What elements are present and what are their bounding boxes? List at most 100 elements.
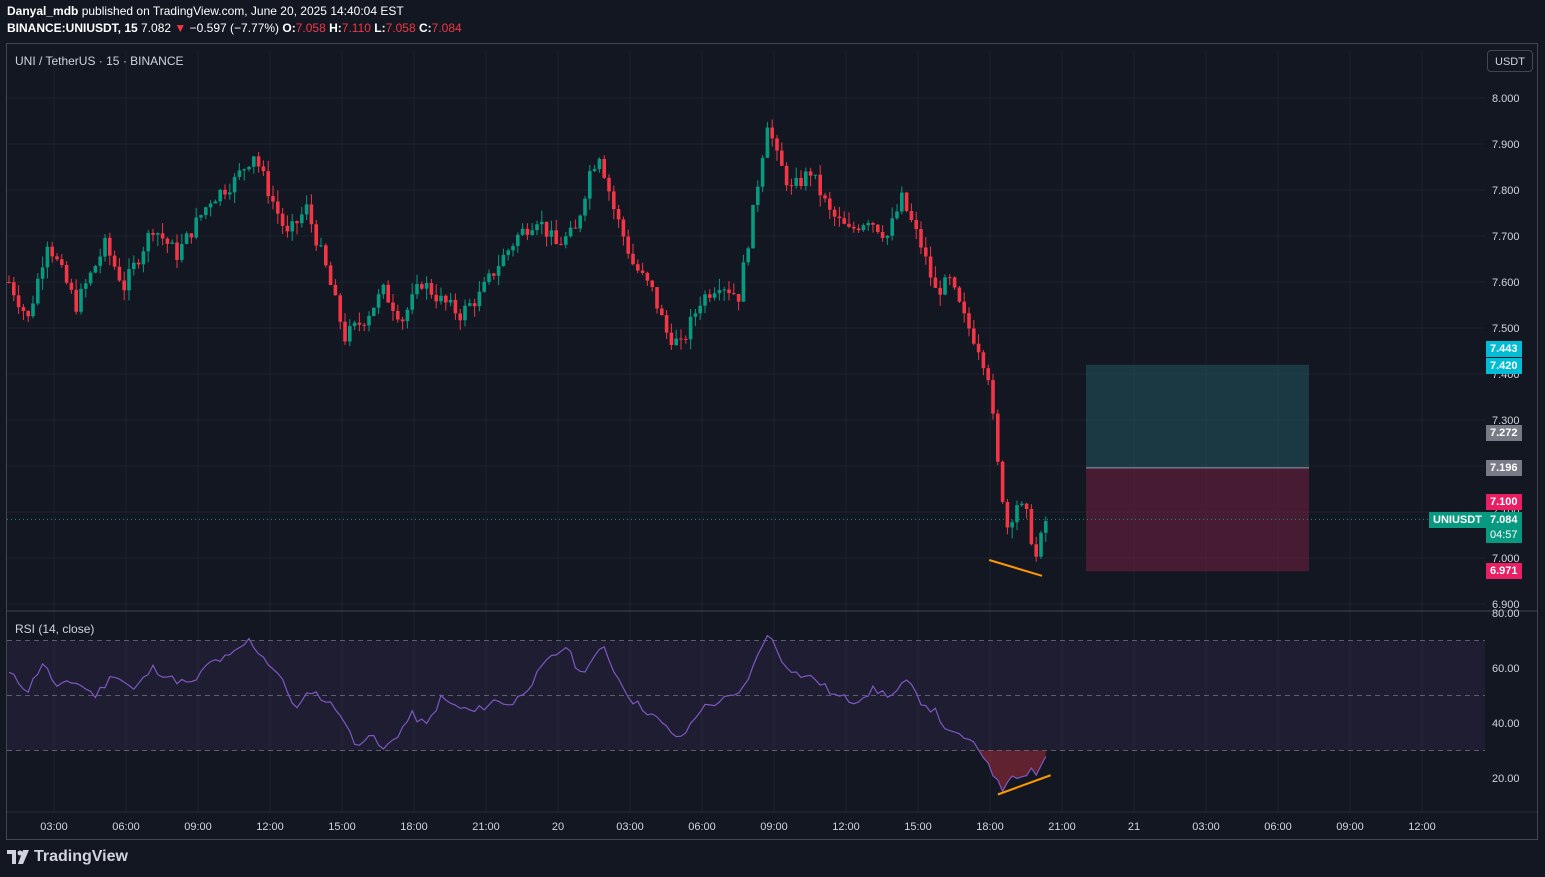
tradingview-logo-icon [7, 850, 29, 864]
price-divergence-line [988, 559, 1043, 577]
candle-body [616, 209, 621, 220]
candle-body [444, 295, 448, 303]
candle-body [808, 171, 813, 176]
candle-body [184, 233, 189, 244]
candle-body [160, 233, 165, 239]
candle-body [146, 232, 150, 252]
candle-body [372, 307, 376, 316]
candle-body [986, 368, 990, 381]
candle-body [1020, 503, 1024, 506]
candle-body [540, 221, 544, 225]
tradingview-footer[interactable]: TradingView [7, 848, 128, 866]
candle-body [367, 315, 371, 326]
time-tick-label: 21 [1128, 821, 1140, 833]
candle-body [573, 227, 578, 229]
time-tick-label: 06:00 [112, 821, 140, 833]
candle-body [794, 177, 798, 186]
candle-body [852, 226, 856, 229]
price-tick-label: 7.800 [1492, 185, 1520, 197]
candle-body [717, 289, 722, 294]
candle-body [319, 245, 323, 247]
time-tick-label: 09:00 [184, 821, 212, 833]
candle-body [391, 302, 395, 312]
candle-body [376, 294, 381, 308]
tp-top-tag: 7.443 [1486, 341, 1522, 357]
time-tick-label: 21:00 [472, 821, 500, 833]
candle-body [232, 176, 237, 193]
candle-body [549, 230, 554, 237]
candle-body [880, 232, 885, 238]
candle-body [592, 169, 597, 172]
candle-body [760, 157, 765, 187]
candle-body [741, 262, 746, 302]
candle-body [55, 256, 59, 260]
candle-body [21, 307, 26, 312]
symbol-tag: UNIUSDT [1429, 512, 1486, 528]
candle-body [1000, 461, 1005, 502]
high-price-tag: 7.100 [1486, 494, 1522, 510]
candle-body [842, 218, 846, 224]
candle-body [88, 272, 93, 284]
rsi-tick-label: 20.00 [1492, 773, 1520, 785]
candle-body [1039, 532, 1043, 557]
candle-body [885, 235, 890, 238]
candle-body [621, 219, 626, 237]
candle-body [429, 282, 434, 295]
candle-body [871, 222, 875, 225]
price-tick-label: 7.600 [1492, 277, 1520, 289]
time-tick-label: 12:00 [256, 821, 284, 833]
candle-body [151, 232, 155, 235]
candle-body [64, 264, 69, 283]
candle-body [1044, 521, 1048, 533]
candle-body [674, 338, 678, 345]
time-tick-label: 06:00 [1264, 821, 1292, 833]
candle-body [544, 221, 549, 237]
candle-body [314, 224, 318, 246]
candle-body [309, 204, 314, 225]
candle-body [607, 177, 611, 192]
candle-body [856, 228, 861, 231]
candle-body [727, 289, 731, 294]
candle-body [784, 165, 789, 186]
candle-body [266, 171, 270, 197]
candle-body [804, 171, 808, 187]
candle-body [1024, 503, 1029, 509]
main-legend[interactable]: UNI / TetherUS · 15 · BINANCE [15, 54, 184, 68]
price-tick-label: 7.900 [1492, 139, 1520, 151]
currency-button[interactable]: USDT [1487, 50, 1533, 72]
candle-body [612, 191, 616, 210]
candle-body [876, 224, 880, 233]
candle-body [924, 247, 928, 257]
candle-body [1005, 501, 1010, 528]
candle-body [645, 272, 650, 281]
candle-body [578, 215, 582, 229]
rsi-legend[interactable]: RSI (14, close) [15, 622, 94, 636]
candle-body [348, 326, 352, 342]
candle-body [7, 282, 11, 283]
candle-body [909, 210, 914, 220]
chart-canvas[interactable]: 8.0007.9007.8007.7007.6007.5007.4007.300… [0, 0, 1545, 877]
candle-body [684, 338, 688, 340]
candle-body [74, 289, 78, 312]
candle-body [295, 221, 299, 224]
candle-body [285, 225, 290, 232]
candle-body [165, 238, 170, 244]
candle-body [156, 233, 160, 235]
candle-body [300, 214, 304, 224]
candle-body [36, 278, 40, 304]
candle-body [256, 156, 261, 167]
candle-body [472, 303, 477, 307]
rsi-oversold-fill [978, 750, 1046, 792]
candle-body [26, 311, 30, 317]
candle-body [405, 309, 410, 322]
candle-body [650, 280, 654, 288]
candle-body [122, 280, 126, 291]
candle-body [828, 198, 832, 210]
target-price-tag: 7.420 [1486, 358, 1522, 374]
candle-body [141, 251, 146, 265]
candle-body [564, 236, 568, 245]
target-zone [1086, 364, 1309, 468]
candle-body [381, 284, 386, 295]
candle-body [420, 284, 424, 289]
candle-body [904, 192, 909, 211]
